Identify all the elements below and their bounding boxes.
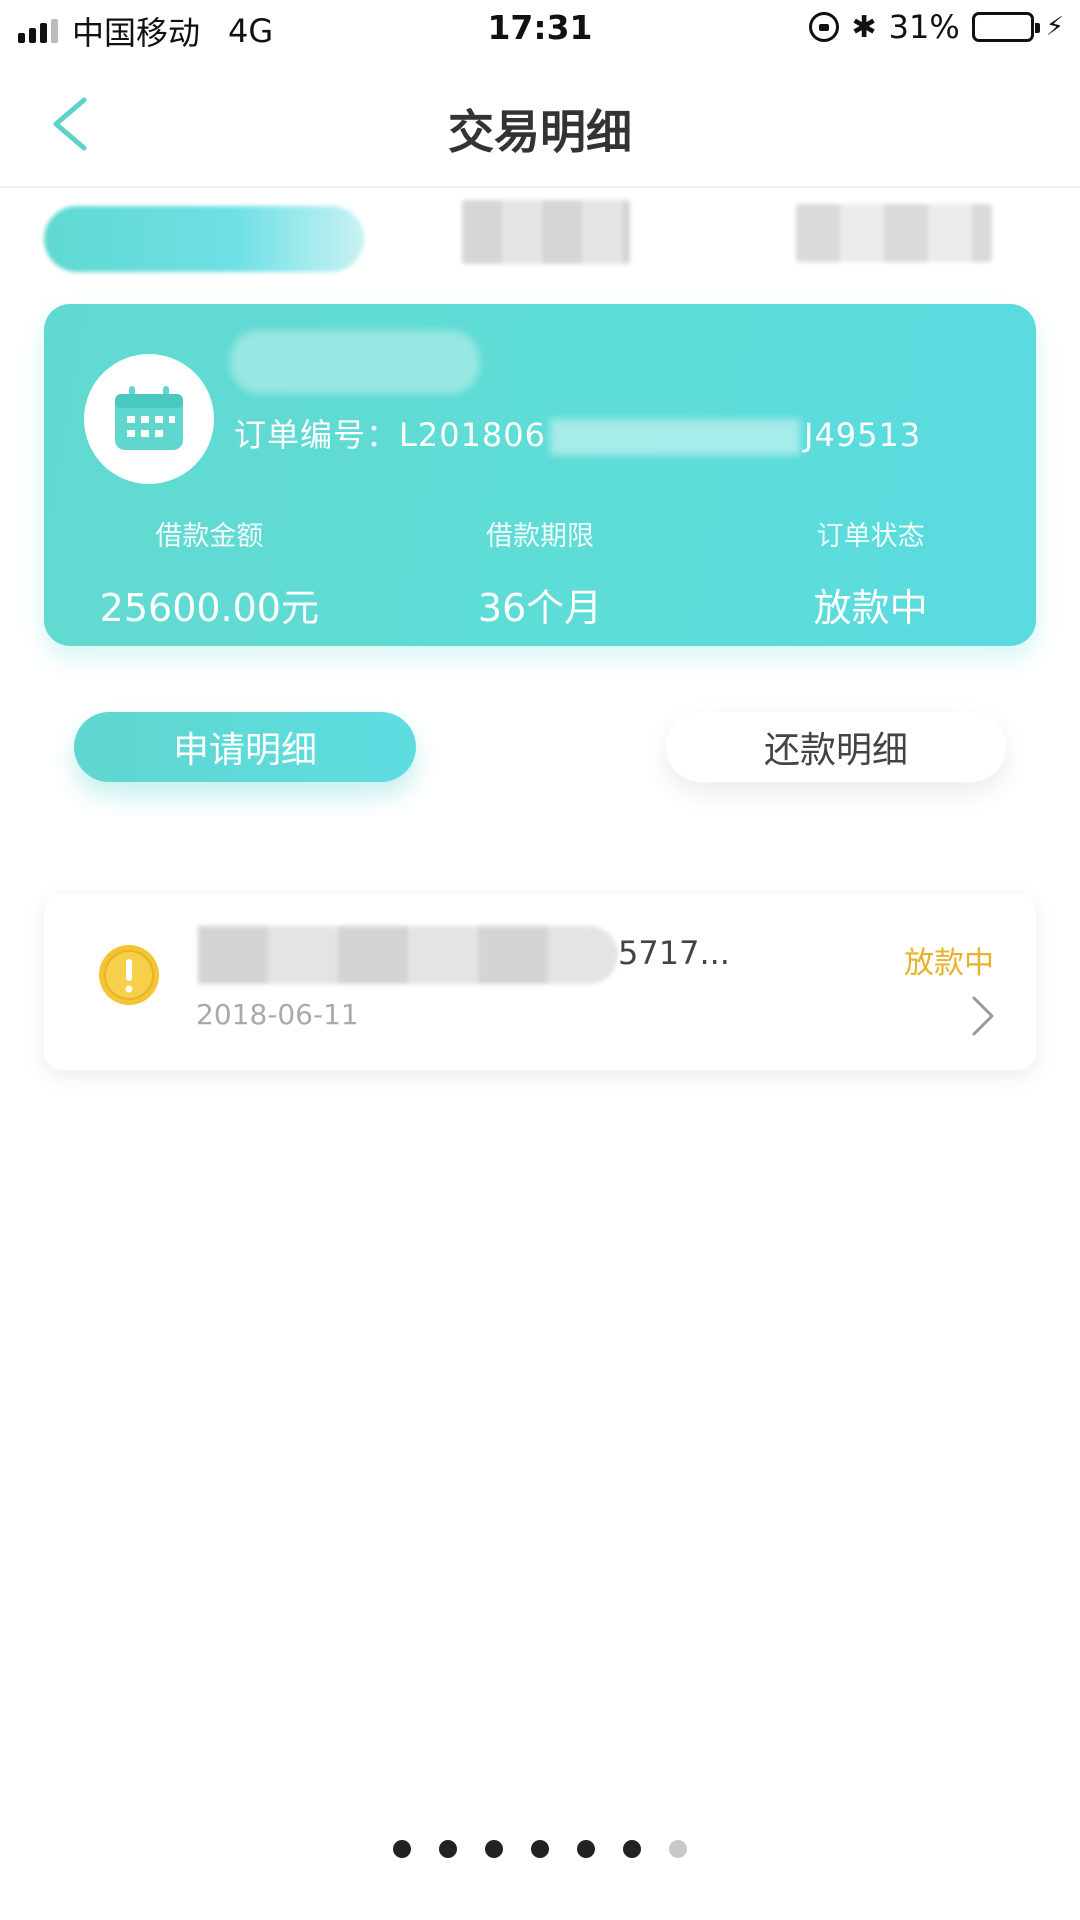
repay-detail-tab[interactable]: 还款明细	[666, 712, 1006, 782]
order-number: 订单编号：L201806 J49513	[234, 410, 994, 456]
record-status: 放款中	[904, 946, 994, 981]
record-title-suffix: 5717...	[618, 934, 730, 972]
page-title: 交易明细	[448, 105, 632, 159]
order-summary-card: 订单编号：L201806 J49513 借款金额 25600.00元 借款期限 3…	[44, 304, 1036, 646]
battery-percent: 31%	[888, 8, 960, 46]
order-stats: 借款金额 25600.00元 借款期限 36个月 订单状态 放款中	[44, 514, 1036, 632]
lock-rotation-icon	[809, 12, 840, 42]
record-title-redacted	[198, 926, 618, 984]
status-right: ✱ 31% ⚡	[809, 8, 1064, 46]
order-number-redacted	[550, 419, 800, 455]
page-dot	[439, 1840, 457, 1858]
charging-bolt-icon: ⚡	[1045, 12, 1064, 42]
account-tabs	[0, 196, 1080, 286]
warning-icon	[99, 945, 159, 1005]
account-tab-2[interactable]	[462, 200, 630, 264]
bluetooth-icon: ✱	[851, 9, 877, 45]
status-bar: 中国移动 4G 17:31 ✱ 31% ⚡	[0, 0, 1080, 60]
account-tab-active[interactable]	[44, 206, 364, 272]
page-dot	[623, 1840, 641, 1858]
name-redacted	[230, 330, 480, 394]
nav-bar: 交易明细	[0, 60, 1080, 188]
apply-detail-tab[interactable]: 申请明细	[74, 712, 416, 782]
chevron-right-icon[interactable]	[970, 994, 996, 1038]
stat-loan-amount: 借款金额 25600.00元	[44, 514, 375, 632]
stat-order-status: 订单状态 放款中	[705, 514, 1036, 632]
page-dot	[577, 1840, 595, 1858]
stat-loan-term: 借款期限 36个月	[375, 514, 706, 632]
battery-icon	[971, 12, 1040, 42]
stat-label: 订单状态	[816, 521, 925, 552]
page-dot	[669, 1840, 687, 1858]
stat-value: 放款中	[813, 586, 928, 630]
page-indicator	[0, 1840, 1080, 1858]
stat-label: 借款期限	[486, 521, 594, 552]
transaction-detail-page: 中国移动 4G 17:31 ✱ 31% ⚡ 交易明细 订单编号：L201806 …	[0, 0, 1080, 1920]
order-number-prefix: 订单编号：L201806	[234, 416, 546, 454]
stat-value: 36个月	[477, 586, 603, 630]
stat-label: 借款金额	[155, 521, 264, 552]
list-item[interactable]: 5717... 2018-06-11 放款中	[44, 894, 1036, 1070]
page-dot	[485, 1840, 503, 1858]
record-date: 2018-06-11	[196, 998, 359, 1031]
account-tab-3[interactable]	[796, 204, 992, 262]
page-dot	[531, 1840, 549, 1858]
calendar-badge	[84, 354, 214, 484]
stat-value: 25600.00元	[99, 586, 319, 630]
order-number-suffix: J49513	[804, 416, 922, 454]
calendar-icon	[115, 386, 183, 450]
page-dot	[393, 1840, 411, 1858]
record-title: 5717...	[198, 926, 778, 986]
